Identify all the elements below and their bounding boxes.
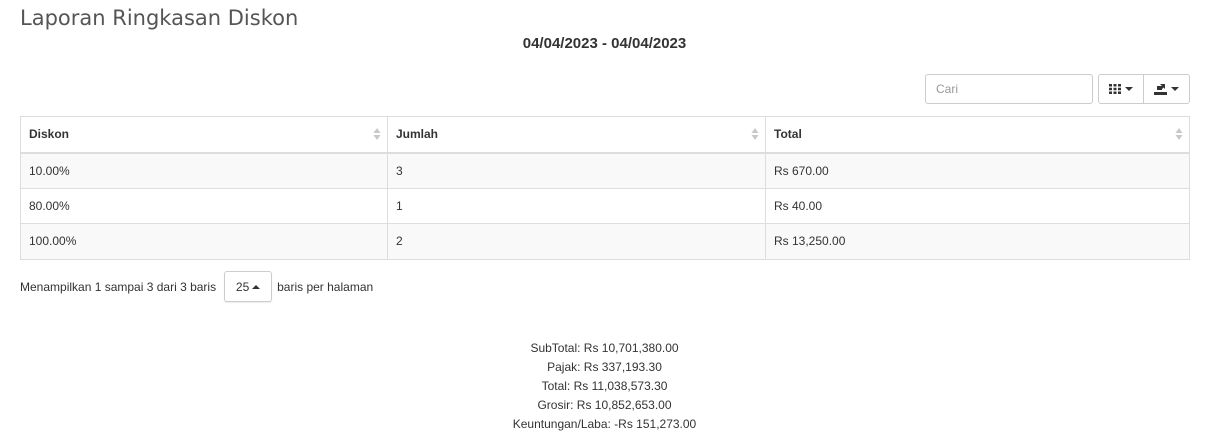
caret-up-icon — [252, 284, 261, 289]
cell-jumlah: 1 — [387, 187, 766, 224]
summary-tax: Pajak: Rs 337,193.30 — [547, 360, 662, 374]
per-page-label: baris per halaman — [277, 279, 374, 294]
sort-icon — [751, 128, 759, 141]
page-size-value: 25 — [235, 279, 250, 294]
cell-jumlah: 3 — [387, 152, 766, 189]
date-range: 04/04/2023 - 04/04/2023 — [522, 35, 687, 52]
cell-total: Rs 40.00 — [765, 187, 1190, 224]
table-row: 80.00% 1 Rs 40.00 — [20, 187, 1190, 224]
summary-section: SubTotal: Rs 10,701,380.00 Pajak: Rs 337… — [0, 339, 1209, 434]
column-header-label: Jumlah — [396, 127, 439, 142]
sort-icon — [1175, 128, 1183, 141]
cell-total: Rs 13,250.00 — [765, 223, 1190, 260]
search-input[interactable] — [925, 74, 1093, 104]
discount-table: Diskon Jumlah Total 10.00% 3 Rs 670.00 8… — [20, 116, 1190, 260]
pagination-info-text: Menampilkan 1 sampai 3 dari 3 baris — [20, 279, 217, 294]
summary-profit: Keuntungan/Laba: -Rs 151,273.00 — [512, 417, 697, 431]
grid-icon — [1109, 84, 1121, 94]
summary-wholesale: Grosir: Rs 10,852,653.00 — [537, 398, 672, 412]
caret-down-icon — [1171, 87, 1179, 91]
table-header-row: Diskon Jumlah Total — [20, 116, 1190, 154]
column-header-jumlah[interactable]: Jumlah — [387, 116, 766, 154]
caret-down-icon — [1125, 87, 1133, 91]
summary-subtotal: SubTotal: Rs 10,701,380.00 — [530, 341, 679, 355]
column-header-total[interactable]: Total — [765, 116, 1190, 154]
cell-diskon: 80.00% — [20, 187, 388, 224]
page-title: Laporan Ringkasan Diskon — [20, 6, 299, 30]
column-header-diskon[interactable]: Diskon — [20, 116, 388, 154]
table-row: 10.00% 3 Rs 670.00 — [20, 152, 1190, 189]
columns-toggle-button[interactable] — [1098, 74, 1144, 104]
page-size-dropdown[interactable]: 25 — [224, 271, 273, 302]
summary-total: Total: Rs 11,038,573.30 — [541, 379, 668, 393]
cell-total: Rs 670.00 — [765, 152, 1190, 189]
column-header-label: Diskon — [29, 127, 70, 142]
cell-diskon: 100.00% — [20, 223, 388, 260]
cell-diskon: 10.00% — [20, 152, 388, 189]
table-row: 100.00% 2 Rs 13,250.00 — [20, 223, 1190, 260]
cell-jumlah: 2 — [387, 223, 766, 260]
pagination-bar: Menampilkan 1 sampai 3 dari 3 baris 25 b… — [20, 271, 373, 302]
column-header-label: Total — [774, 127, 802, 142]
export-icon — [1154, 83, 1167, 95]
export-button[interactable] — [1143, 74, 1190, 104]
sort-icon — [373, 128, 381, 141]
table-toolbar — [925, 74, 1190, 104]
